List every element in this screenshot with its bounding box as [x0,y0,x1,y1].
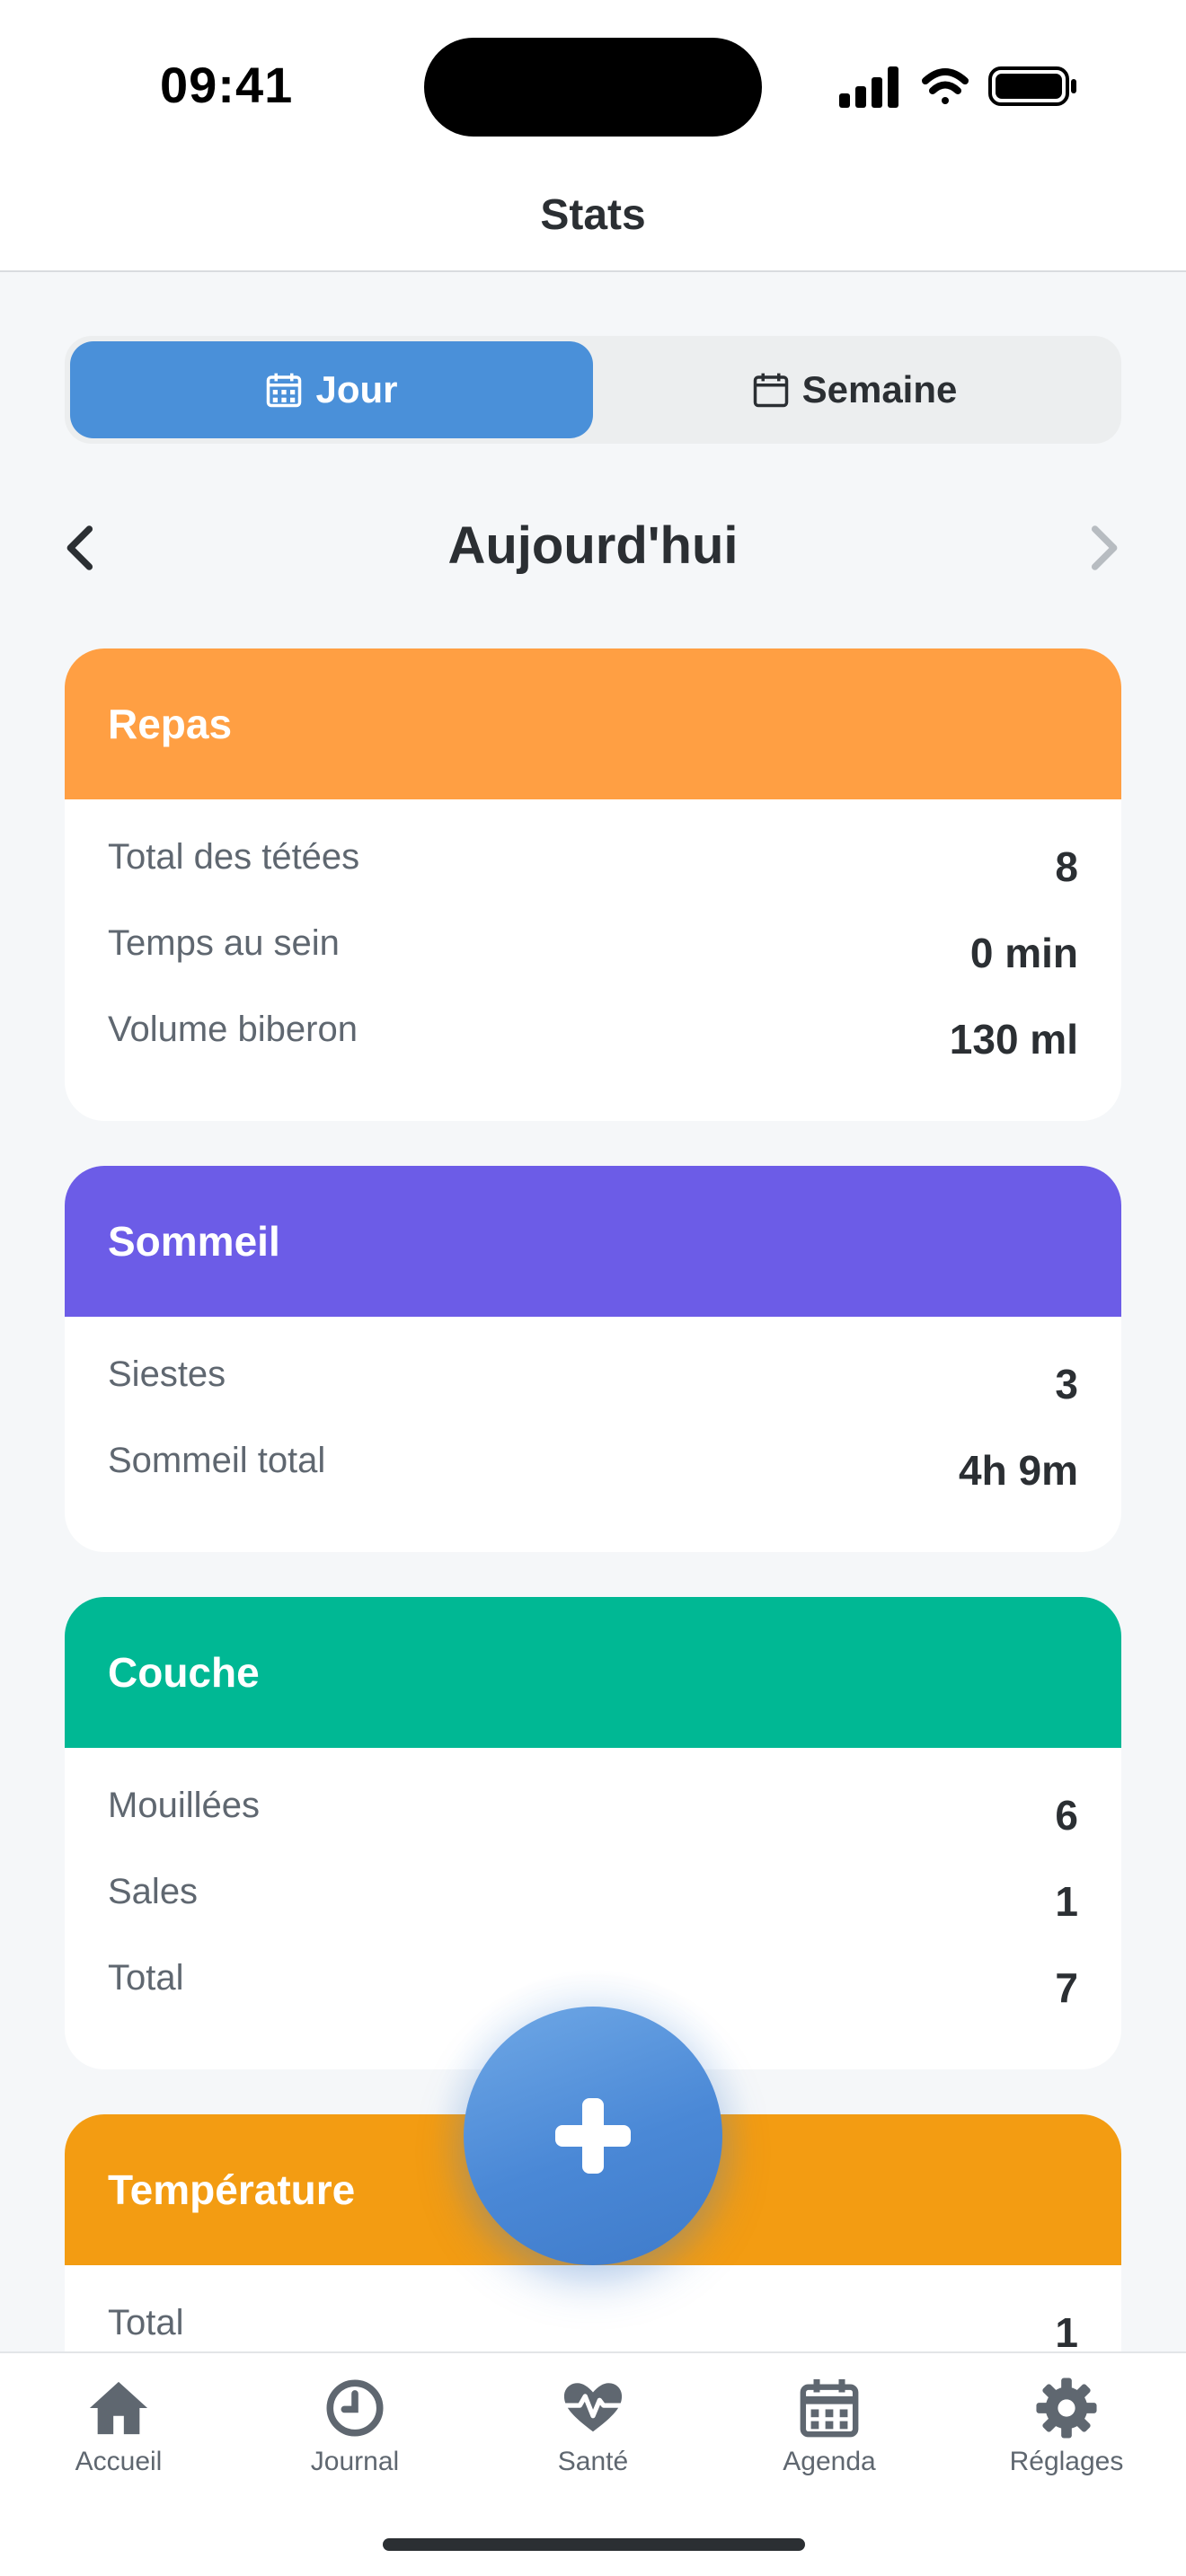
home-indicator [383,2538,805,2551]
segment-week-label: Semaine [801,368,958,410]
card-repas: Repas Total des tétées 8 Temps au sein 0… [65,648,1121,1121]
status-time: 09:41 [160,57,294,113]
dynamic-island [424,38,762,137]
calendar-icon [800,2378,859,2438]
stat-label: Siestes [108,1354,226,1394]
page-title: Stats [540,191,646,239]
stat-label: Total [108,2303,184,2342]
battery-icon [988,66,1076,106]
stat-label: Total des tétées [108,837,360,877]
wifi-icon [922,68,969,104]
stat-label: Mouillées [108,1786,260,1825]
stat-row: Temps au sein 0 min [108,920,1078,1006]
tab-sante[interactable]: Santé [503,2377,683,2477]
period-segmented-control: Jour Semaine [65,336,1121,444]
stat-value: 130 ml [949,1016,1078,1063]
stat-label: Total [108,1958,184,1998]
signal-icon [839,66,898,108]
tab-label: Accueil [75,2447,163,2476]
segment-week-button[interactable]: Semaine [593,341,1116,438]
card-header: Sommeil [65,1166,1121,1317]
stat-value: 3 [1055,1361,1078,1407]
stat-value: 7 [1055,1964,1078,2011]
stat-label: Sales [108,1872,199,1911]
card-sommeil: Sommeil Siestes 3 Sommeil total 4h 9m [65,1166,1121,1552]
stat-value: 1 [1055,2309,1078,2356]
stat-row: Mouillées 6 [108,1782,1078,1868]
stat-label: Sommeil total [108,1441,326,1480]
tab-label: Agenda [783,2447,876,2476]
heart-pulse-icon [563,2383,623,2432]
stat-row: Volume biberon 130 ml [108,1006,1078,1092]
card-header: Repas [65,648,1121,799]
tab-label: Santé [557,2447,629,2476]
stat-label: Temps au sein [108,923,340,963]
clock-icon [326,2379,384,2437]
calendar-icon [753,373,788,408]
stat-value: 1 [1055,1878,1078,1925]
stat-row: Total des tétées 8 [108,834,1078,920]
stat-value: 6 [1055,1792,1078,1839]
top-bar: 09:41 Stats [0,0,1186,272]
stat-value: 4h 9m [959,1447,1078,1494]
segment-day-label: Jour [315,368,398,410]
date-navigator: Aujourd'hui [0,503,1186,593]
stat-row: Sommeil total 4h 9m [108,1437,1078,1523]
date-label: Aujourd'hui [447,516,739,575]
stat-row: Sales 1 [108,1868,1078,1954]
tab-accueil[interactable]: Accueil [29,2377,208,2477]
tab-agenda[interactable]: Agenda [739,2377,919,2477]
status-icons [839,66,1076,108]
tab-reglages[interactable]: Réglages [977,2377,1156,2477]
gear-icon [1036,2378,1097,2439]
plus-icon [555,2098,631,2174]
tab-label: Journal [310,2447,400,2476]
calendar-grid-icon [267,373,302,408]
stat-label: Volume biberon [108,1010,358,1049]
stat-value: 0 min [969,930,1078,976]
tab-label: Réglages [1009,2447,1124,2476]
tab-journal[interactable]: Journal [265,2377,445,2477]
stat-row: Siestes 3 [108,1351,1078,1437]
add-entry-button[interactable] [464,2007,722,2265]
segment-day-button[interactable]: Jour [70,341,593,438]
card-header: Couche [65,1597,1121,1748]
chevron-right-icon[interactable] [1078,523,1128,573]
home-icon [89,2381,148,2435]
stat-value: 8 [1055,843,1078,890]
